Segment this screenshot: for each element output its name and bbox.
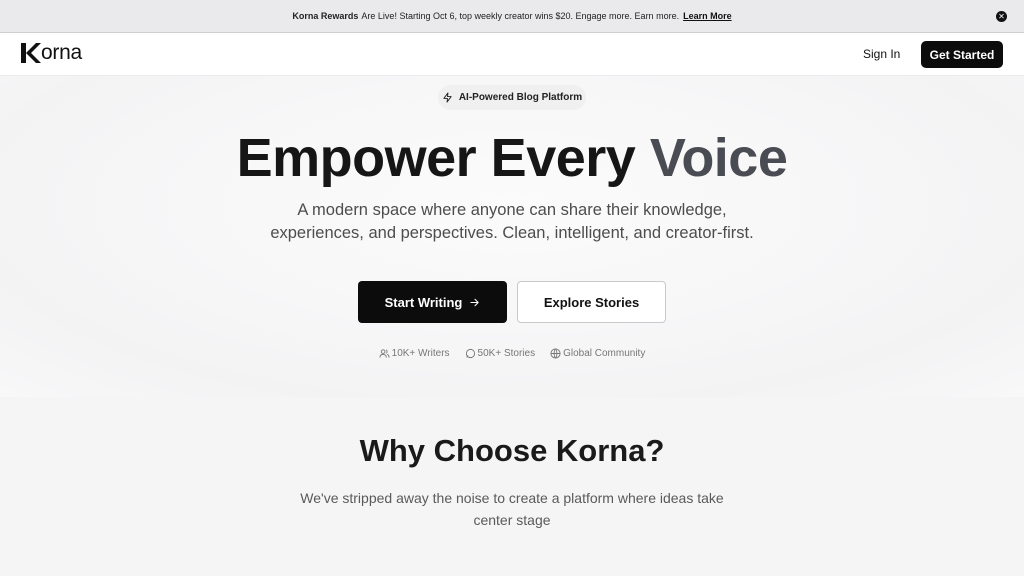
stat-stories-label: 50K+ Stories: [477, 348, 536, 359]
users-icon: [379, 349, 390, 358]
hero-title: Empower Every Voice: [0, 128, 1024, 188]
badge-label: AI-Powered Blog Platform: [458, 92, 583, 103]
stat-community-label: Global Community: [563, 348, 646, 359]
start-writing-button[interactable]: Start Writing: [358, 281, 507, 323]
globe-icon: [550, 348, 561, 359]
announcement-banner: Korna Rewards Are Live! Starting Oct 6, …: [0, 0, 1024, 33]
chat-bubble-icon: [465, 348, 475, 359]
arrow-right-icon: [470, 298, 480, 306]
lightning-icon: [443, 92, 452, 103]
top-navbar: orna Sign In Get Started: [0, 33, 1024, 76]
sign-in-link[interactable]: Sign In: [863, 47, 900, 61]
logo-k-icon: [21, 43, 41, 63]
banner-brand: Korna Rewards: [292, 11, 359, 21]
stat-stories: 50K+ Stories: [465, 348, 536, 359]
why-title: Why Choose Korna?: [359, 433, 665, 468]
logo[interactable]: orna: [21, 41, 82, 65]
hero-title-accent: Voice: [649, 128, 788, 188]
hero-subtitle: A modern space where anyone can share th…: [270, 201, 754, 242]
get-started-button[interactable]: Get Started: [921, 41, 1003, 68]
stat-community: Global Community: [550, 348, 645, 359]
logo-text: orna: [41, 41, 82, 64]
stat-writers-label: 10K+ Writers: [391, 348, 450, 359]
stats-row: 10K+ Writers 50K+ Stories Global Communi…: [0, 348, 1024, 359]
why-section: Why Choose Korna? We've stripped away th…: [0, 397, 1024, 576]
why-subtitle: We've stripped away the noise to create …: [300, 490, 724, 528]
start-writing-label: Start Writing: [384, 294, 463, 310]
ai-badge: AI-Powered Blog Platform: [438, 85, 586, 110]
learn-more-link[interactable]: Learn More: [683, 11, 732, 21]
explore-stories-button[interactable]: Explore Stories: [517, 281, 666, 323]
hero-title-main: Empower Every: [236, 128, 650, 188]
hero-section: AI-Powered Blog Platform Empower Every V…: [0, 76, 1024, 397]
close-icon[interactable]: ✕: [996, 11, 1007, 22]
banner-message: Are Live! Starting Oct 6, top weekly cre…: [361, 11, 680, 21]
stat-writers: 10K+ Writers: [379, 348, 450, 359]
